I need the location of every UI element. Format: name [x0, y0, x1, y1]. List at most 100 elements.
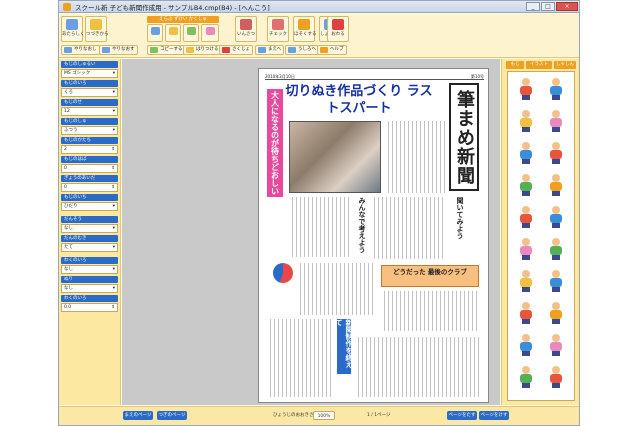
article-photo[interactable]: [289, 121, 381, 193]
article-text-block[interactable]: [297, 263, 375, 315]
chevron-down-icon: ▾: [112, 204, 115, 209]
clipart-item[interactable]: [546, 142, 566, 164]
send-back-button[interactable]: うしろへ: [285, 45, 319, 55]
maximize-button[interactable]: □: [541, 2, 555, 11]
font-style-select[interactable]: ふつう ▾: [61, 126, 118, 135]
add-page-button[interactable]: ページをたす: [447, 411, 477, 420]
columns-select[interactable]: なし ▾: [61, 224, 118, 233]
masthead[interactable]: 筆まめ新聞: [449, 83, 479, 191]
article-text-block[interactable]: [289, 197, 349, 257]
clipart-item[interactable]: [516, 366, 536, 388]
clipart-item[interactable]: [546, 334, 566, 356]
select-tool-button[interactable]: [147, 24, 163, 42]
text-direction-select[interactable]: たて ▾: [61, 243, 118, 252]
next-page-button[interactable]: つぎのページ: [157, 411, 187, 420]
columns-heading: だんそう: [61, 216, 118, 223]
subheading-think[interactable]: みんなで考えよう: [357, 197, 367, 257]
undo-button[interactable]: やりなおし: [61, 45, 100, 55]
clipart-item[interactable]: [546, 366, 566, 388]
tab-text[interactable]: もじ: [506, 61, 524, 69]
clipart-item[interactable]: [516, 206, 536, 228]
check-button[interactable]: チェック: [267, 16, 289, 42]
clipart-item[interactable]: [546, 302, 566, 324]
pie-graphic[interactable]: [273, 263, 293, 283]
fill-select[interactable]: なし ▾: [61, 284, 118, 293]
new-button[interactable]: あたらしく: [61, 16, 85, 42]
subheading-interview[interactable]: 聞いてみよう: [455, 197, 465, 257]
exit-button[interactable]: おわる: [327, 16, 349, 42]
undo-icon: [64, 47, 72, 53]
paste-button[interactable]: はりつける: [183, 45, 222, 55]
status-bar: まえのページ つぎのページ ひょうじのおおきさ 100% 1 / 1ページ ペー…: [59, 406, 579, 425]
redo-button[interactable]: やりなおす: [99, 45, 138, 55]
clipart-item[interactable]: [516, 334, 536, 356]
clipart-legs: [552, 319, 560, 324]
title-bar: スクール新 子ども新聞作成用 - サンプルB4.cmp(B4) - [へんこう]…: [59, 1, 579, 13]
clipart-legs: [552, 223, 560, 228]
border-width-stepper[interactable]: 0.0 ⇕: [61, 303, 118, 312]
clipart-item[interactable]: [546, 110, 566, 132]
print-button[interactable]: いんさつ: [235, 16, 257, 42]
zoom-button[interactable]: ほそくする: [293, 16, 317, 42]
font-color-select[interactable]: くろ ▾: [61, 88, 118, 97]
clipart-list[interactable]: [507, 71, 575, 401]
help-button[interactable]: ヘルプ: [317, 45, 347, 55]
shape-tool-button[interactable]: [183, 24, 199, 42]
prev-page-button[interactable]: まえのページ: [123, 411, 153, 420]
tab-illust[interactable]: イラスト: [526, 61, 552, 69]
article-text-block[interactable]: [355, 337, 479, 397]
delete-icon: [222, 47, 230, 53]
clipart-item[interactable]: [546, 174, 566, 196]
char-shape-stepper[interactable]: 2 ⇕: [61, 145, 118, 154]
headline[interactable]: 切りぬき作品づくり ラストスパート: [283, 83, 435, 119]
clipart-head: [552, 270, 560, 278]
chevron-down-icon: ▾: [112, 90, 115, 95]
clipart-item[interactable]: [516, 302, 536, 324]
bring-front-button[interactable]: まえへ: [255, 45, 285, 55]
font-family-select[interactable]: MS ゴシック ▾: [61, 69, 118, 78]
blue-vertical-heading[interactable]: 新聞制作を終えて: [335, 319, 353, 374]
delete-page-button[interactable]: ページをけす: [479, 411, 509, 420]
canvas-area[interactable]: 2010年3月10日 第10号 切りぬき作品づくり ラストスパート 筆まめ新聞 …: [122, 59, 500, 405]
stepper-icon: ⇕: [111, 185, 115, 190]
text-align-select[interactable]: ひだり ▾: [61, 202, 118, 211]
clipart-item[interactable]: [516, 110, 536, 132]
copy-button[interactable]: コピーする: [147, 45, 186, 55]
folder-icon: [90, 19, 102, 30]
close-button[interactable]: ×: [556, 2, 578, 11]
line-spacing-stepper[interactable]: 0 ⇕: [61, 183, 118, 192]
tab-photo[interactable]: しゃしん: [554, 61, 576, 69]
clipart-item[interactable]: [546, 238, 566, 260]
image-tool-button[interactable]: [201, 24, 219, 42]
newspaper-page[interactable]: 2010年3月10日 第10号 切りぬき作品づくり ラストスパート 筆まめ新聞 …: [258, 68, 489, 403]
article-text-block[interactable]: [267, 319, 333, 397]
clipart-body: [550, 246, 562, 255]
clipart-item[interactable]: [516, 142, 536, 164]
clipart-body: [550, 374, 562, 383]
pink-vertical-heading[interactable]: 大人になるのが待ちどおしい: [267, 89, 283, 197]
clipart-item[interactable]: [516, 174, 536, 196]
delete-button[interactable]: さくじょ: [219, 45, 253, 55]
open-button[interactable]: つづきから: [85, 16, 109, 42]
clipart-item[interactable]: [546, 78, 566, 100]
font-size-select[interactable]: 12 ▾: [61, 107, 118, 116]
clipart-legs: [522, 383, 530, 388]
minimize-button[interactable]: _: [526, 2, 540, 11]
clipart-item[interactable]: [546, 270, 566, 292]
clipart-item[interactable]: [546, 206, 566, 228]
zoom-select[interactable]: 100%: [313, 411, 335, 420]
border-color-select[interactable]: なし ▾: [61, 265, 118, 274]
clipart-item[interactable]: [516, 270, 536, 292]
clipart-item[interactable]: [516, 238, 536, 260]
clipart-head: [522, 174, 530, 182]
char-width-stepper[interactable]: 0 ⇕: [61, 164, 118, 173]
article-text-block[interactable]: [371, 197, 443, 259]
article-text-block[interactable]: [381, 291, 479, 331]
clipart-item[interactable]: [516, 78, 536, 100]
clipart-legs: [522, 319, 530, 324]
text-tool-button[interactable]: [165, 24, 181, 42]
clipart-body: [550, 342, 562, 351]
clipart-legs: [552, 383, 560, 388]
article-text-block[interactable]: [385, 121, 445, 193]
club-heading-box[interactable]: どうだった 最後のクラブ: [381, 265, 479, 287]
